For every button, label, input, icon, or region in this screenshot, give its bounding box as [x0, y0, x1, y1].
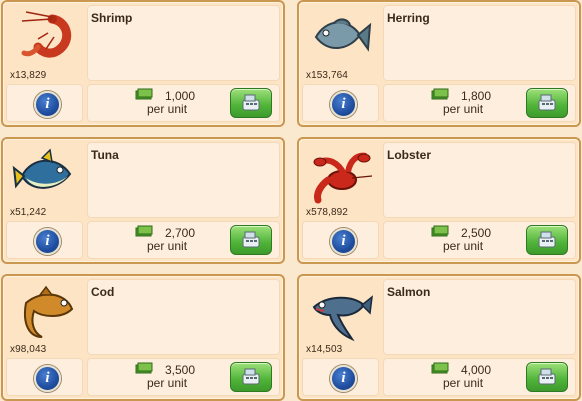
buy-button[interactable]	[230, 225, 272, 255]
buy-button[interactable]	[526, 362, 568, 392]
item-name-box: Cod	[87, 279, 280, 355]
item-count: x578,892	[306, 207, 348, 218]
item-count: x153,764	[306, 70, 348, 81]
item-name-box: Herring	[383, 5, 576, 81]
cash-register-icon	[538, 94, 556, 111]
item-price: 1,800	[461, 89, 492, 103]
item-price: 2,700	[165, 226, 196, 240]
cash-register-icon	[242, 368, 260, 385]
info-box: i	[302, 221, 379, 259]
item-card-lobster: x578,892 Lobster i 2,500 per unit	[297, 137, 581, 264]
item-image-box: x13,829	[6, 5, 83, 81]
lobster-icon	[313, 152, 373, 204]
money-icon	[431, 225, 449, 237]
buy-button[interactable]	[230, 88, 272, 118]
item-card-shrimp: x13,829 Shrimp i 1,000 per unit	[1, 0, 285, 127]
item-name: Salmon	[387, 285, 431, 299]
cash-register-icon	[242, 231, 260, 248]
per-unit-label: per unit	[443, 239, 484, 253]
item-price: 3,500	[165, 363, 196, 377]
item-name-box: Lobster	[383, 142, 576, 218]
info-box: i	[302, 358, 379, 396]
item-price: 2,500	[461, 226, 492, 240]
item-name-box: Salmon	[383, 279, 576, 355]
info-button[interactable]: i	[34, 365, 61, 392]
cash-register-icon	[242, 94, 260, 111]
per-unit-label: per unit	[147, 239, 188, 253]
item-card-herring: x153,764 Herring i 1,800 per unit	[297, 0, 581, 127]
info-button[interactable]: i	[34, 228, 61, 255]
per-unit-label: per unit	[147, 376, 188, 390]
buy-box: 4,000 per unit	[383, 358, 576, 396]
item-card-cod: x98,043 Cod i 3,500 per unit	[1, 274, 285, 401]
per-unit-label: per unit	[443, 376, 484, 390]
item-name: Lobster	[387, 148, 432, 162]
item-count: x98,043	[10, 344, 47, 355]
item-count: x14,503	[306, 344, 343, 355]
info-button[interactable]: i	[34, 91, 61, 118]
item-name: Cod	[91, 285, 115, 299]
salmon-icon	[312, 295, 373, 342]
market-grid: x13,829 Shrimp i 1,000 per unit x153,764…	[0, 0, 582, 401]
tuna-icon	[12, 148, 72, 189]
item-name-box: Shrimp	[87, 5, 280, 81]
buy-box: 2,700 per unit	[87, 221, 280, 259]
buy-box: 1,000 per unit	[87, 84, 280, 122]
buy-box: 3,500 per unit	[87, 358, 280, 396]
item-count: x13,829	[10, 70, 47, 81]
item-name-box: Tuna	[87, 142, 280, 218]
item-card-salmon: x14,503 Salmon i 4,000 per unit	[297, 274, 581, 401]
info-button[interactable]: i	[330, 91, 357, 118]
item-image-box: x98,043	[6, 279, 83, 355]
item-name: Shrimp	[91, 11, 133, 25]
money-icon	[135, 362, 153, 374]
item-price: 1,000	[165, 89, 196, 103]
item-image-box: x153,764	[302, 5, 379, 81]
buy-button[interactable]	[526, 225, 568, 255]
per-unit-label: per unit	[443, 102, 484, 116]
buy-button[interactable]	[526, 88, 568, 118]
buy-button[interactable]	[230, 362, 272, 392]
item-name: Herring	[387, 11, 430, 25]
info-box: i	[6, 358, 83, 396]
cash-register-icon	[538, 368, 556, 385]
per-unit-label: per unit	[147, 102, 188, 116]
info-box: i	[6, 84, 83, 122]
buy-box: 1,800 per unit	[383, 84, 576, 122]
money-icon	[135, 88, 153, 100]
shrimp-icon	[21, 11, 72, 58]
item-image-box: x14,503	[302, 279, 379, 355]
info-box: i	[302, 84, 379, 122]
money-icon	[135, 225, 153, 237]
item-card-tuna: x51,242 Tuna i 2,700 per unit	[1, 137, 285, 264]
item-count: x51,242	[10, 207, 47, 218]
item-price: 4,000	[461, 363, 492, 377]
item-image-box: x578,892	[302, 142, 379, 218]
info-button[interactable]: i	[330, 228, 357, 255]
cod-icon	[24, 285, 74, 338]
herring-icon	[314, 18, 372, 52]
buy-box: 2,500 per unit	[383, 221, 576, 259]
item-name: Tuna	[91, 148, 119, 162]
info-box: i	[6, 221, 83, 259]
item-image-box: x51,242	[6, 142, 83, 218]
money-icon	[431, 362, 449, 374]
money-icon	[431, 88, 449, 100]
cash-register-icon	[538, 231, 556, 248]
info-button[interactable]: i	[330, 365, 357, 392]
